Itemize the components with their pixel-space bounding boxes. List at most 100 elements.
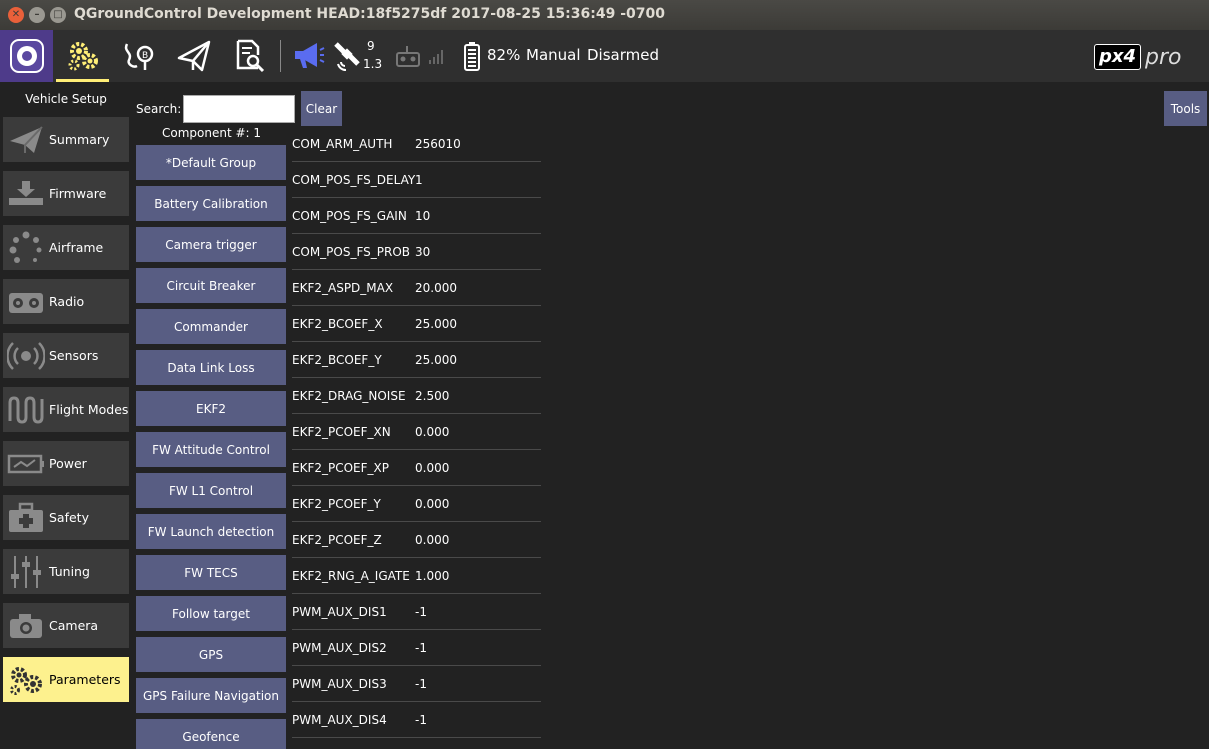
sidebar-item-parameters[interactable]: Parameters <box>3 657 129 702</box>
param-name: PWM_AUX_DIS3 <box>292 677 387 691</box>
param-value[interactable]: -1 <box>415 605 427 619</box>
param-group-button[interactable]: Data Link Loss <box>136 350 286 385</box>
sidebar-item-camera[interactable]: Camera <box>3 603 129 648</box>
param-value[interactable]: 30 <box>415 245 430 259</box>
param-row[interactable]: PWM_AUX_DIS1 -1 <box>292 594 541 630</box>
param-group-button[interactable]: FW Attitude Control <box>136 432 286 467</box>
param-value[interactable]: 0.000 <box>415 533 449 547</box>
tools-button[interactable]: Tools <box>1164 91 1207 126</box>
search-input[interactable] <box>183 95 295 123</box>
param-value[interactable]: 25.000 <box>415 317 457 331</box>
sidebar-item-label: Sensors <box>49 348 99 363</box>
plan-icon[interactable]: B <box>112 30 162 82</box>
param-name: EKF2_PCOEF_Y <box>292 497 381 511</box>
sidebar-item-tuning[interactable]: Tuning <box>3 549 129 594</box>
param-value[interactable]: 1 <box>415 173 423 187</box>
analyze-icon[interactable] <box>226 30 272 82</box>
param-group-button[interactable]: Battery Calibration <box>136 186 286 221</box>
window-title: QGroundControl Development HEAD:18f5275d… <box>74 6 665 22</box>
sensors-icon <box>3 333 49 378</box>
param-value[interactable]: 10 <box>415 209 430 223</box>
param-row[interactable]: PWM_AUX_DIS3 -1 <box>292 666 541 702</box>
arm-state-indicator[interactable]: Disarmed <box>587 46 659 64</box>
param-row[interactable]: COM_POS_FS_GAIN 10 <box>292 198 541 234</box>
sidebar-item-radio[interactable]: Radio <box>3 279 129 324</box>
param-name: EKF2_BCOEF_Y <box>292 353 382 367</box>
param-row[interactable]: EKF2_PCOEF_XP 0.000 <box>292 450 541 486</box>
vehicle-setup-icon[interactable] <box>56 30 109 82</box>
param-group-button[interactable]: Circuit Breaker <box>136 268 286 303</box>
param-row[interactable]: COM_POS_FS_DELAY 1 <box>292 162 541 198</box>
param-value[interactable]: -1 <box>415 677 427 691</box>
rssi-icon[interactable] <box>428 30 446 82</box>
param-group-button[interactable]: FW Launch detection <box>136 514 286 549</box>
param-value[interactable]: -1 <box>415 641 427 655</box>
sidebar-item-label: Radio <box>49 294 85 309</box>
param-value[interactable]: 20.000 <box>415 281 457 295</box>
tuning-icon <box>3 549 49 594</box>
param-group-button[interactable]: FW TECS <box>136 555 286 590</box>
param-row[interactable]: EKF2_DRAG_NOISE 2.500 <box>292 378 541 414</box>
clear-button[interactable]: Clear <box>301 91 342 126</box>
param-group-button[interactable]: Follow target <box>136 596 286 631</box>
param-name: COM_POS_FS_GAIN <box>292 209 407 223</box>
param-name: EKF2_ASPD_MAX <box>292 281 394 295</box>
param-name: EKF2_BCOEF_X <box>292 317 383 331</box>
param-group-button[interactable]: Camera trigger <box>136 227 286 262</box>
firmware-icon <box>3 171 49 216</box>
param-value[interactable]: 0.000 <box>415 497 449 511</box>
sidebar-item-label: Airframe <box>49 240 104 255</box>
fly-icon[interactable] <box>168 30 220 82</box>
sidebar-item-safety[interactable]: Safety <box>3 495 129 540</box>
param-group-button[interactable]: EKF2 <box>136 391 286 426</box>
rc-icon[interactable] <box>395 30 421 82</box>
param-value[interactable]: 0.000 <box>415 461 449 475</box>
sidebar-item-summary[interactable]: Summary <box>3 117 129 162</box>
param-group-button[interactable]: Commander <box>136 309 286 344</box>
battery-icon[interactable] <box>462 30 482 82</box>
window-maximize-button[interactable]: □ <box>50 7 66 23</box>
sidebar-item-flight-modes[interactable]: Flight Modes <box>3 387 129 432</box>
sidebar-item-airframe[interactable]: Airframe <box>3 225 129 270</box>
param-group-button[interactable]: GPS Failure Navigation <box>136 678 286 713</box>
param-row[interactable]: COM_ARM_AUTH 256010 <box>292 126 541 162</box>
param-value[interactable]: 25.000 <box>415 353 457 367</box>
component-label: Component #: 1 <box>162 126 262 140</box>
sidebar-item-power[interactable]: Power <box>3 441 129 486</box>
messages-icon[interactable] <box>288 30 328 82</box>
param-row[interactable]: PWM_AUX_DIS2 -1 <box>292 630 541 666</box>
flight-mode-selector[interactable]: Manual <box>526 46 581 64</box>
param-group-button[interactable]: *Default Group <box>136 145 286 180</box>
param-row[interactable]: EKF2_PCOEF_XN 0.000 <box>292 414 541 450</box>
param-row[interactable]: EKF2_BCOEF_X 25.000 <box>292 306 541 342</box>
param-name: EKF2_DRAG_NOISE <box>292 389 406 403</box>
power-icon <box>3 441 49 486</box>
param-name: COM_ARM_AUTH <box>292 137 393 151</box>
param-group-button[interactable]: Geofence <box>136 719 286 749</box>
param-row[interactable]: EKF2_BCOEF_Y 25.000 <box>292 342 541 378</box>
param-name: PWM_AUX_DIS4 <box>292 713 387 727</box>
param-row[interactable]: EKF2_PCOEF_Y 0.000 <box>292 486 541 522</box>
search-label: Search: <box>136 102 182 116</box>
param-row[interactable]: EKF2_ASPD_MAX 20.000 <box>292 270 541 306</box>
param-value[interactable]: 256010 <box>415 137 461 151</box>
param-value[interactable]: -1 <box>415 713 427 727</box>
window-close-button[interactable]: ✕ <box>8 7 24 23</box>
window-minimize-button[interactable]: – <box>29 7 45 23</box>
sidebar-item-firmware[interactable]: Firmware <box>3 171 129 216</box>
param-group-button[interactable]: FW L1 Control <box>136 473 286 508</box>
param-row[interactable]: PWM_AUX_DIS4 -1 <box>292 702 541 738</box>
gps-icon[interactable] <box>330 30 364 82</box>
param-name: COM_POS_FS_DELAY <box>292 173 416 187</box>
param-row[interactable]: EKF2_PCOEF_Z 0.000 <box>292 522 541 558</box>
param-row[interactable]: COM_POS_FS_PROB 30 <box>292 234 541 270</box>
param-group-button[interactable]: GPS <box>136 637 286 672</box>
param-value[interactable]: 0.000 <box>415 425 449 439</box>
sidebar-item-sensors[interactable]: Sensors <box>3 333 129 378</box>
param-row[interactable]: EKF2_RNG_A_IGATE 1.000 <box>292 558 541 594</box>
param-value[interactable]: 2.500 <box>415 389 449 403</box>
sidebar-item-label: Tuning <box>49 564 90 579</box>
toolbar-separator <box>280 40 281 72</box>
param-value[interactable]: 1.000 <box>415 569 449 583</box>
qgc-logo-icon[interactable] <box>0 30 53 82</box>
